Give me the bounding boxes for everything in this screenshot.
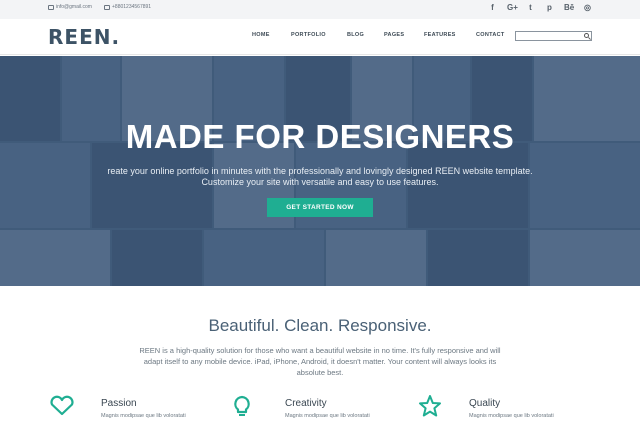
hero-subtitle: reate your online portfolio in minutes w…: [107, 166, 533, 176]
star-icon: [419, 395, 441, 417]
pinterest-icon[interactable]: p: [545, 3, 554, 13]
nav-home[interactable]: HOME: [252, 32, 270, 38]
search-input[interactable]: [515, 31, 592, 41]
facebook-icon[interactable]: f: [488, 3, 497, 13]
mobile-icon: [48, 4, 54, 10]
feature-description: Magnis modipsae que lib voloratati: [469, 413, 554, 419]
feature-title: Creativity: [285, 398, 327, 409]
hero-subtitle-line2: Customize your site with versatile and e…: [201, 177, 439, 187]
nav-features[interactable]: FEATURES: [424, 32, 456, 38]
feature-title: Passion: [101, 398, 137, 409]
phone-contact[interactable]: +8801234567891: [104, 4, 151, 10]
main-navbar: REEN. HOME PORTFOLIO BLOG PAGES FEATURES…: [0, 19, 640, 55]
lightbulb-icon: [234, 395, 250, 416]
twitter-icon[interactable]: t: [526, 3, 535, 13]
nav-blog[interactable]: BLOG: [347, 32, 364, 38]
feature-title: Quality: [469, 398, 501, 409]
dribbble-icon[interactable]: ◎: [583, 3, 592, 13]
feature-description: Magnis modipsae que lib voloratati: [285, 413, 370, 419]
section-heading: Beautiful. Clean. Responsive.: [208, 316, 432, 335]
search-icon[interactable]: [584, 33, 589, 38]
social-links: f G+ t p Bē ◎: [488, 3, 592, 13]
heart-icon: [50, 395, 74, 416]
nav-contact[interactable]: CONTACT: [476, 32, 505, 38]
nav-portfolio[interactable]: PORTFOLIO: [291, 32, 326, 38]
email-contact[interactable]: info@gmail.com: [48, 4, 92, 10]
intro-paragraph: REEN is a high-quality solution for thos…: [139, 346, 501, 377]
get-started-button[interactable]: GET STARTED NOW: [267, 198, 373, 217]
phone-text: +8801234567891: [112, 4, 152, 10]
email-text: info@gmail.com: [56, 4, 92, 10]
top-info-bar: info@gmail.com +8801234567891 f G+ t p B…: [0, 0, 640, 19]
feature-description: Magnis modipsae que lib voloratati: [101, 413, 186, 419]
hero-title: MADE FOR DESIGNERS: [125, 118, 515, 155]
envelope-icon: [104, 4, 110, 10]
site-logo[interactable]: REEN.: [48, 25, 120, 49]
google-plus-icon[interactable]: G+: [507, 3, 518, 13]
behance-icon[interactable]: Bē: [564, 3, 574, 13]
nav-pages[interactable]: PAGES: [384, 32, 404, 38]
